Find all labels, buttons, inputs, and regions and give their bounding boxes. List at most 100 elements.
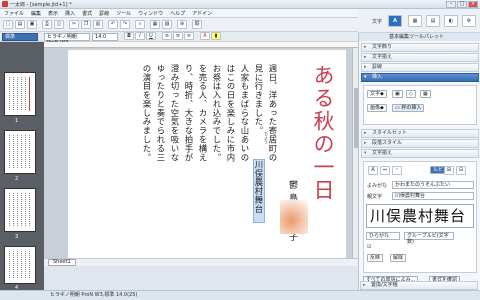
ruby-hint: ☑: [367, 244, 372, 250]
document-editor[interactable]: ある秋の一日 鬱島 花子 週日、洋あった寄居町の 見に行きました。 人家もまばら…: [44, 48, 352, 258]
ruby-reading-label: よみがな: [367, 183, 388, 189]
print-icon[interactable]: ⎙: [42, 20, 52, 29]
ruby-kana-select[interactable]: ひらがな: [366, 232, 400, 240]
font-size-icon[interactable]: A: [368, 166, 378, 175]
copy-icon[interactable]: ❐: [81, 20, 91, 29]
format-toolbar: 標準 ヒラギノ明朝 ProN W3 14.0 B I U ≡ ≡ ≡ A ▮: [0, 32, 358, 46]
format-a-button[interactable]: A: [388, 15, 402, 27]
paste-icon[interactable]: ▥: [93, 20, 103, 29]
ruby-style-icon[interactable]: ⊞: [444, 166, 454, 175]
insert-shape-icon[interactable]: ◇: [406, 90, 416, 98]
minimize-button[interactable]: –: [446, 1, 456, 8]
menu-insert[interactable]: 挿入: [65, 10, 75, 17]
undo-icon[interactable]: ↶: [108, 20, 118, 29]
ruby-type-select[interactable]: グループルビ(文字数): [404, 232, 454, 245]
menu-view[interactable]: 表示: [48, 10, 58, 17]
section-paragraph-style[interactable]: ▸ 段落スタイル: [361, 139, 479, 148]
menu-tools[interactable]: ツール: [116, 10, 131, 17]
insert-frame-button[interactable]: ▭ 枠の挿入: [392, 104, 425, 112]
ruby-base-input[interactable]: 川俣農村舞台: [392, 192, 474, 200]
section-ruled-line[interactable]: ▸ 罫線: [361, 63, 479, 72]
text-column: ゆったりと奏でられる三: [156, 64, 166, 162]
new-icon[interactable]: ▢: [3, 20, 13, 29]
app-icon: [2, 1, 8, 7]
palette-icon[interactable]: ◐: [444, 15, 458, 27]
right-toolbar: 文字 A ▦ ▤ ◐ ⚙: [358, 9, 480, 33]
menu-ruled-line[interactable]: 罫線: [99, 10, 109, 17]
zoom-icon[interactable]: ⊕: [177, 20, 187, 29]
sheet-tab[interactable]: Sheet1: [48, 259, 76, 266]
align-right-icon[interactable]: ≡: [184, 32, 194, 40]
ruby-reading-input[interactable]: かわまたのうそんぶたい: [392, 181, 474, 189]
selected-text[interactable]: 川俣農村舞台: [253, 159, 265, 223]
save-icon[interactable]: ▣: [27, 20, 37, 29]
menu-window[interactable]: ウィンドウ: [138, 10, 163, 17]
grid-icon[interactable]: ▦: [408, 15, 422, 27]
menu-file[interactable]: ファイル: [4, 10, 24, 17]
section-text-align-2[interactable]: ▾ 文字揃え: [361, 149, 479, 158]
bold-button[interactable]: B: [124, 32, 134, 40]
text-column: 澄み切った空気を吸いな: [170, 64, 180, 162]
ruby-format-icon[interactable]: ⊟: [456, 166, 466, 175]
page-thumbnail[interactable]: [4, 72, 36, 116]
insert-fig-button[interactable]: 画像◆: [367, 104, 387, 112]
highlight-icon[interactable]: ▮: [211, 32, 221, 40]
find-icon[interactable]: ⌕: [135, 20, 145, 29]
kerning-icon[interactable]: ⇔: [380, 166, 390, 175]
section-replace[interactable]: ▸ 置換/文字種: [360, 281, 478, 290]
menu-addin[interactable]: アドイン: [192, 10, 212, 17]
ruby-annotation: ちよう: [264, 132, 269, 144]
vertical-text-icon[interactable]: 縦: [192, 20, 202, 29]
font-combo[interactable]: ヒラギノ明朝 ProN W3: [44, 33, 90, 46]
align-center-icon[interactable]: ≡: [173, 32, 183, 40]
image-icon[interactable]: ▨: [162, 20, 172, 29]
align-left-icon[interactable]: ≡: [162, 32, 172, 40]
ruby-panel: A ⇔ ・ ルビ ⊞ ⊟ よみがな かわまたのうそんぶたい 親文字 川俣農村舞台…: [363, 161, 477, 273]
status-bar: ヒラギノ明朝 ProN W3,標準 14.0(25): [0, 290, 480, 300]
autumn-illustration[interactable]: [280, 200, 308, 234]
redo-icon[interactable]: ↷: [120, 20, 130, 29]
cut-icon[interactable]: ✂: [69, 20, 79, 29]
font-color-icon[interactable]: A: [200, 32, 210, 40]
menu-help[interactable]: ヘルプ: [170, 10, 185, 17]
page-thumbnail[interactable]: [4, 246, 36, 284]
insert-char-button[interactable]: 文字◆: [367, 90, 387, 98]
palette-title: 基本編集ツールパレット: [359, 33, 480, 41]
section-style-set[interactable]: ▸ スタイルセット: [361, 129, 479, 138]
ruby-preview: 川俣農村舞台: [366, 204, 474, 228]
emphasis-icon[interactable]: ・: [392, 166, 402, 175]
tools-icon[interactable]: ⚙: [462, 15, 476, 27]
menu-format[interactable]: 書式: [82, 10, 92, 17]
style-combo[interactable]: 標準: [2, 33, 38, 41]
section-text-decoration[interactable]: ▸ 文字飾り: [361, 43, 479, 52]
tool-palette: 基本編集ツールパレット ▸ 文字飾り ▸ 文字揃え ▸ 罫線 ▾ 挿入 文字◆ ▣ ◇ …: [358, 33, 480, 290]
page-thumbnail-pane: 1 2 3 4: [0, 42, 44, 291]
layout-icon[interactable]: ▤: [426, 15, 440, 27]
menu-bar: ファイル 編集 表示 挿入 書式 罫線 ツール ウィンドウ ヘルプ アドイン: [0, 9, 358, 18]
mode-label: 文字: [372, 19, 383, 25]
page-thumbnail[interactable]: [4, 130, 36, 174]
text-column: り、時折、大きな拍手が: [184, 64, 194, 162]
text-column: 見に行きました。: [254, 64, 264, 136]
ruby-clear-button[interactable]: 解除: [390, 254, 407, 262]
table-icon[interactable]: ▦: [150, 20, 160, 29]
section-insert[interactable]: ▾ 挿入: [361, 73, 479, 82]
sheet-bar: Sheet1: [44, 258, 358, 266]
ruby-apply-button[interactable]: 反映: [367, 254, 384, 262]
preview-icon[interactable]: ◫: [54, 20, 64, 29]
text-column: の演目を楽しみました。: [142, 64, 152, 162]
maximize-button[interactable]: □: [457, 1, 467, 8]
underline-button[interactable]: U: [146, 32, 156, 40]
page-thumbnail[interactable]: [4, 188, 36, 232]
section-text-align[interactable]: ▸ 文字揃え: [361, 53, 479, 62]
menu-edit[interactable]: 編集: [31, 10, 41, 17]
window-controls: – □ ×: [446, 1, 478, 8]
close-button[interactable]: ×: [468, 1, 478, 8]
insert-table-icon[interactable]: ▦: [420, 90, 431, 98]
document-page[interactable]: ある秋の一日 鬱島 花子 週日、洋あった寄居町の 見に行きました。 人家もまばら…: [68, 50, 346, 258]
text-column: を売る人、カメラを構え: [198, 64, 208, 162]
font-size-combo[interactable]: 14.0: [92, 33, 118, 41]
italic-button[interactable]: I: [135, 32, 145, 40]
open-icon[interactable]: ▤: [15, 20, 25, 29]
insert-image-icon[interactable]: ▣: [392, 90, 403, 98]
